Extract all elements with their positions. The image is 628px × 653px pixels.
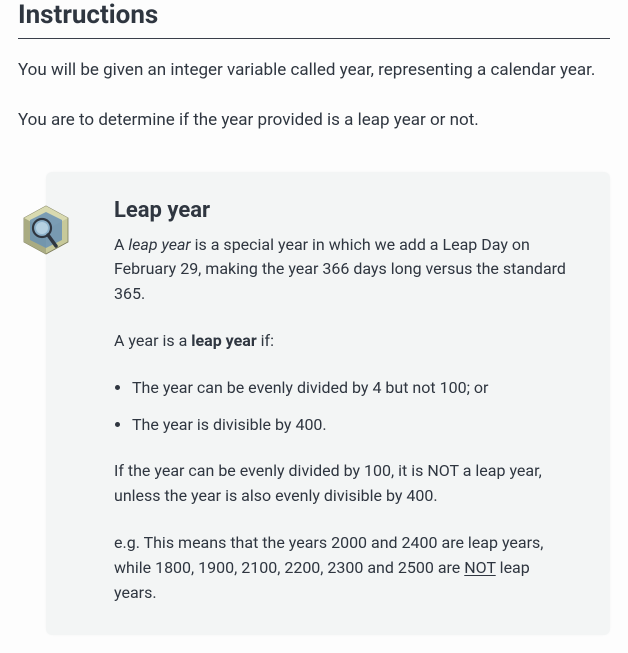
callout-condition-intro: A year is a leap year if: xyxy=(114,329,570,354)
cond-pre: A year is a xyxy=(114,331,191,350)
magnifier-icon xyxy=(18,202,74,258)
list-item: The year is divisible by 400. xyxy=(132,413,570,438)
list-item: The year can be evenly divided by 4 but … xyxy=(132,376,570,401)
callout-example: e.g. This means that the years 2000 and … xyxy=(114,531,570,605)
cond-post: if: xyxy=(257,331,274,350)
intro-paragraph-1: You will be given an integer variable ca… xyxy=(18,57,610,83)
def-pre: A xyxy=(114,235,128,254)
example-not: NOT xyxy=(464,558,495,577)
callout-rule-100: If the year can be evenly divided by 100… xyxy=(114,459,570,509)
intro-paragraph-2: You are to determine if the year provide… xyxy=(18,107,610,133)
callout-bullet-list: The year can be evenly divided by 4 but … xyxy=(132,376,570,438)
cond-term: leap year xyxy=(191,331,256,350)
callout-title: Leap year xyxy=(114,198,570,223)
def-term: leap year xyxy=(128,235,190,254)
callout-definition: A leap year is a special year in which w… xyxy=(114,233,570,307)
callout-container: Leap year A leap year is a special year … xyxy=(46,172,610,636)
section-title: Instructions xyxy=(18,0,610,39)
callout-box: Leap year A leap year is a special year … xyxy=(46,172,610,636)
